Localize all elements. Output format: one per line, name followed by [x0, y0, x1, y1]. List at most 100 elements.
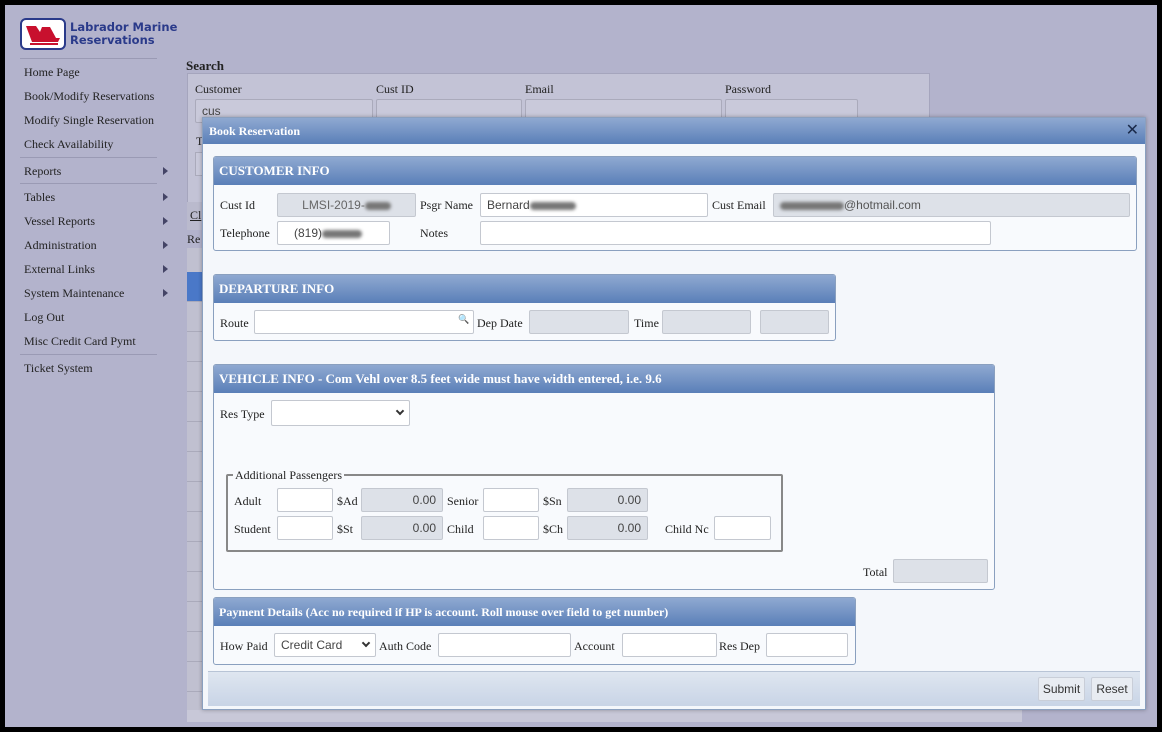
sidebar-item-modify-single[interactable]: Modify Single Reservation: [24, 113, 154, 128]
sad-field: 0.00: [361, 488, 443, 512]
sidebar-item-reports[interactable]: Reports: [24, 164, 61, 179]
sidebar-item-system-maintenance[interactable]: System Maintenance: [24, 286, 124, 301]
submenu-arrow-icon: [163, 193, 168, 201]
password-label: Password: [725, 82, 772, 96]
sidebar-item-external-links[interactable]: External Links: [24, 262, 95, 277]
ssn-field: 0.00: [567, 488, 648, 512]
grid-row[interactable]: [187, 662, 202, 692]
submit-button[interactable]: Submit: [1038, 677, 1085, 701]
account-input[interactable]: [622, 633, 717, 657]
sidebar-item-log-out[interactable]: Log Out: [24, 310, 64, 325]
grid-row[interactable]: [187, 512, 202, 542]
redacted-blur: [364, 201, 391, 210]
grid-row-selected[interactable]: [187, 272, 202, 302]
submenu-arrow-icon: [163, 265, 168, 273]
cust-id-field: LMSI-2019-: [277, 193, 416, 217]
grid-row[interactable]: [187, 602, 202, 632]
sidebar-item-administration[interactable]: Administration: [24, 238, 97, 253]
submenu-arrow-icon: [163, 167, 168, 175]
psgr-name-value: Bernard: [487, 198, 530, 212]
grid-row[interactable]: [187, 632, 202, 662]
redacted-blur: [780, 201, 844, 210]
grid-row[interactable]: [187, 482, 202, 512]
notes-label: Notes: [420, 226, 448, 240]
sidebar-item-ticket-system[interactable]: Ticket System: [24, 361, 93, 376]
grid-row[interactable]: [187, 422, 202, 452]
res-type-select[interactable]: [271, 400, 410, 426]
sidebar-item-misc-credit-card[interactable]: Misc Credit Card Pymt: [24, 334, 136, 349]
search-icon[interactable]: 🔍: [458, 314, 469, 325]
submenu-arrow-icon: [163, 241, 168, 249]
how-paid-select[interactable]: Credit Card: [274, 633, 376, 657]
divider: [20, 157, 157, 158]
sst-label: $St: [337, 522, 354, 536]
auth-code-input[interactable]: [438, 633, 571, 657]
sidebar-item-book-modify[interactable]: Book/Modify Reservations: [24, 89, 154, 104]
chevron-down-icon: [395, 406, 405, 416]
account-label: Account: [574, 639, 615, 653]
notes-input[interactable]: [480, 221, 991, 245]
customer-info-section: CUSTOMER INFO Cust Id LMSI-2019- Psgr Na…: [213, 156, 1137, 251]
adult-label: Adult: [234, 494, 262, 508]
customer-label: Customer: [195, 82, 242, 96]
submenu-arrow-icon: [163, 289, 168, 297]
sidebar-item-check-availability[interactable]: Check Availability: [24, 137, 113, 152]
sch-field: 0.00: [567, 516, 648, 540]
route-input[interactable]: [254, 310, 474, 334]
res-dep-input[interactable]: [766, 633, 848, 657]
dialog-title: Book Reservation: [209, 124, 300, 138]
senior-input[interactable]: [483, 488, 539, 512]
sad-label: $Ad: [337, 494, 358, 508]
reset-button[interactable]: Reset: [1091, 677, 1133, 701]
chevron-down-icon: [361, 638, 371, 648]
grid-row[interactable]: [187, 332, 202, 362]
sch-label: $Ch: [543, 522, 564, 536]
child-input[interactable]: [483, 516, 539, 540]
logo[interactable]: Labrador Marine Reservations: [20, 18, 177, 50]
student-label: Student: [234, 522, 271, 536]
time-extra-field: [760, 310, 829, 334]
grid-row[interactable]: [187, 392, 202, 422]
total-label: Total: [863, 565, 888, 579]
vehicle-info-header: VEHICLE INFO - Com Vehl over 8.5 feet wi…: [214, 365, 994, 393]
dialog-titlebar[interactable]: Book Reservation ✕: [203, 118, 1145, 144]
sidebar-item-home[interactable]: Home Page: [24, 65, 80, 80]
grid-row[interactable]: [187, 542, 202, 572]
telephone-value: (819): [294, 226, 323, 240]
child-nc-input[interactable]: [714, 516, 771, 540]
logo-text-line2: Reservations: [70, 33, 155, 47]
redacted-blur: [322, 229, 363, 238]
sidebar-item-tables[interactable]: Tables: [24, 190, 55, 205]
app-screen: Labrador Marine Reservations Home Page B…: [5, 5, 1157, 727]
grid-row[interactable]: [187, 452, 202, 482]
cust-email-label: Cust Email: [712, 198, 766, 212]
time-label: Time: [634, 316, 659, 330]
grid-row[interactable]: [187, 572, 202, 602]
close-icon[interactable]: ✕: [1126, 120, 1139, 139]
partial-label: Re: [187, 232, 201, 246]
additional-passengers-fieldset: [226, 474, 783, 552]
divider: [20, 183, 157, 184]
adult-input[interactable]: [277, 488, 333, 512]
grid-row[interactable]: [187, 362, 202, 392]
grid-row[interactable]: [187, 302, 202, 332]
dep-date-label: Dep Date: [477, 316, 523, 330]
telephone-input[interactable]: (819): [277, 221, 390, 245]
departure-info-section: DEPARTURE INFO Route 🔍 Dep Date Time: [213, 274, 836, 341]
senior-label: Senior: [447, 494, 479, 508]
partial-link[interactable]: Cl: [190, 208, 201, 222]
res-type-label: Res Type: [220, 407, 265, 421]
redacted-blur: [529, 201, 576, 210]
psgr-name-input[interactable]: Bernard: [480, 193, 708, 217]
telephone-label: Telephone: [220, 226, 270, 240]
bottom-strip: [187, 710, 1022, 722]
vehicle-info-section: VEHICLE INFO - Com Vehl over 8.5 feet wi…: [213, 364, 995, 590]
submenu-arrow-icon: [163, 217, 168, 225]
student-input[interactable]: [277, 516, 333, 540]
customer-info-header: CUSTOMER INFO: [214, 157, 1136, 185]
ssn-label: $Sn: [543, 494, 562, 508]
book-reservation-dialog: Book Reservation ✕ CUSTOMER INFO Cust Id…: [202, 117, 1146, 710]
cust-email-field: @hotmail.com: [773, 193, 1130, 217]
res-dep-label: Res Dep: [719, 639, 760, 653]
sidebar-item-vessel-reports[interactable]: Vessel Reports: [24, 214, 95, 229]
